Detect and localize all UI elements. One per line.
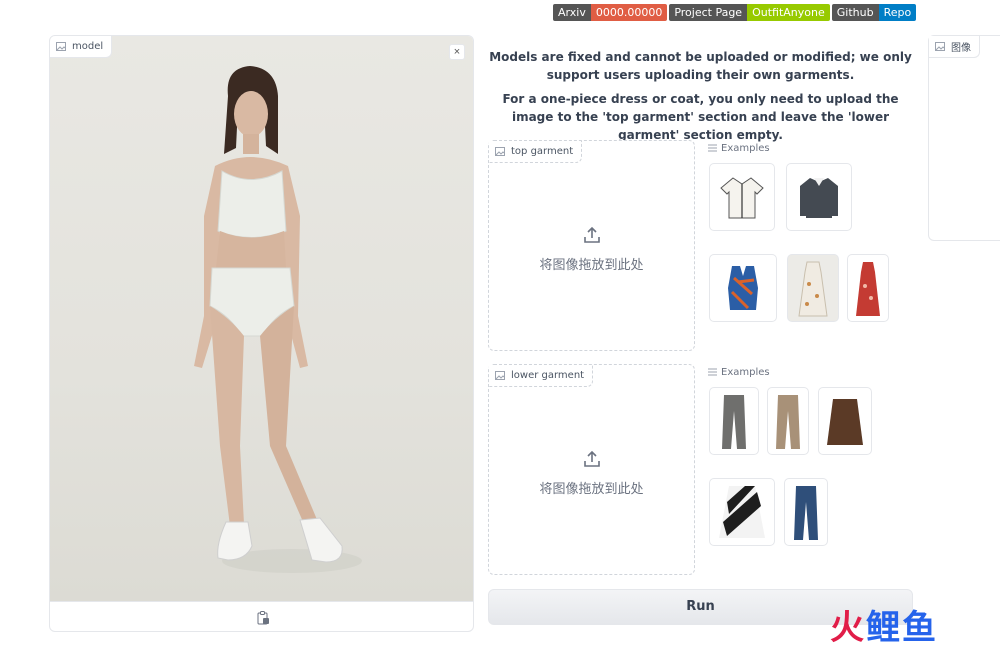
- list-icon: [708, 144, 717, 152]
- close-icon: ×: [453, 46, 461, 58]
- examples-grid: [708, 155, 908, 325]
- example-blue-jeans[interactable]: [784, 478, 828, 546]
- image-icon: [495, 147, 505, 156]
- clipboard-icon[interactable]: [256, 610, 270, 625]
- image-icon: [935, 42, 945, 51]
- arxiv-badge[interactable]: Arxiv 0000.00000: [553, 4, 668, 21]
- example-cream-cardigan[interactable]: [709, 163, 775, 231]
- model-image-panel: model ×: [49, 35, 474, 632]
- top-garment-label: top garment: [489, 141, 583, 163]
- examples-header: Examples: [708, 141, 908, 155]
- drop-text: 将图像拖放到此处: [539, 482, 644, 497]
- model-figure: [194, 66, 362, 573]
- top-garment-examples: Examples: [708, 141, 908, 325]
- output-image-panel: 图像: [928, 35, 1000, 241]
- badge-label: Project Page: [669, 4, 748, 21]
- upload-icon: [583, 450, 600, 467]
- drop-text: 将图像拖放到此处: [539, 258, 644, 273]
- run-label: Run: [686, 599, 715, 614]
- badge-value: OutfitAnyone: [747, 4, 830, 21]
- lower-garment-drop-zone[interactable]: 将图像拖放到此处: [489, 449, 694, 497]
- watermark-char: 鱼: [902, 608, 938, 648]
- watermark-logo: 火鲤鱼: [830, 600, 938, 649]
- model-footer: [50, 601, 473, 631]
- watermark-char: 火: [830, 608, 866, 648]
- instruction-line-1: Models are fixed and cannot be uploaded …: [489, 50, 912, 82]
- badge-value: 0000.00000: [590, 4, 668, 21]
- image-icon: [495, 371, 505, 380]
- lower-garment-upload[interactable]: lower garment 将图像拖放到此处: [488, 364, 695, 575]
- image-icon: [56, 42, 66, 51]
- example-beige-trousers[interactable]: [767, 387, 809, 455]
- lower-garment-label-text: lower garment: [511, 370, 585, 381]
- output-image-label: 图像: [929, 36, 980, 58]
- examples-label: Examples: [721, 366, 770, 378]
- example-floral-dress-cream[interactable]: [787, 254, 839, 322]
- lower-garment-label: lower garment: [489, 365, 594, 387]
- examples-grid: [708, 379, 908, 549]
- badge-label: Github: [831, 4, 879, 21]
- project-page-badge[interactable]: Project Page OutfitAnyone: [669, 4, 830, 21]
- badge-value: Repo: [878, 4, 917, 21]
- github-badge[interactable]: Github Repo: [831, 4, 917, 21]
- lower-garment-examples: Examples: [708, 365, 908, 549]
- instructions: Models are fixed and cannot be uploaded …: [488, 48, 913, 144]
- example-brown-leather-skirt[interactable]: [818, 387, 872, 455]
- model-photo: [50, 36, 473, 601]
- example-red-floral-dress[interactable]: [847, 254, 889, 322]
- top-garment-label-text: top garment: [511, 146, 574, 157]
- examples-label: Examples: [721, 142, 770, 154]
- close-button[interactable]: ×: [449, 44, 465, 60]
- model-label: model: [50, 36, 113, 58]
- top-garment-upload[interactable]: top garment 将图像拖放到此处: [488, 140, 695, 351]
- upload-icon: [583, 226, 600, 243]
- example-patterned-vest[interactable]: [709, 254, 777, 322]
- badge-label: Arxiv: [553, 4, 591, 21]
- app-page: { "badges": [ {"left": "Arxiv", "right":…: [0, 0, 1000, 650]
- list-icon: [708, 368, 717, 376]
- instruction-line-2: For a one-piece dress or coat, you only …: [502, 92, 899, 142]
- example-striped-skirt[interactable]: [709, 478, 775, 546]
- top-garment-drop-zone[interactable]: 将图像拖放到此处: [489, 225, 694, 273]
- example-grey-polo-sweater[interactable]: [786, 163, 852, 231]
- watermark-char: 鲤: [866, 608, 902, 648]
- model-label-text: model: [72, 41, 104, 52]
- example-grey-trousers[interactable]: [709, 387, 759, 455]
- output-image-label-text: 图像: [951, 43, 971, 54]
- examples-header: Examples: [708, 365, 908, 379]
- badge-row: Arxiv 0000.00000 Project Page OutfitAnyo…: [553, 4, 917, 21]
